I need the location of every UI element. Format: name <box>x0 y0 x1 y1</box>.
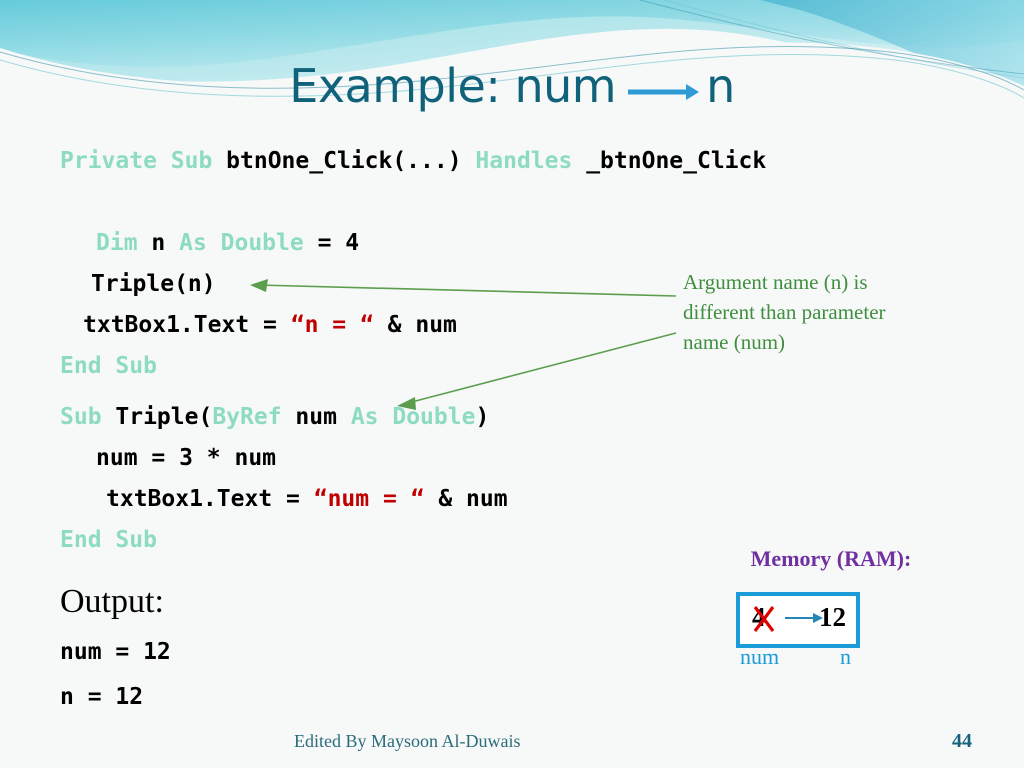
code-token: = 4 <box>317 230 360 256</box>
output-block: Output: num = 12 n = 12 <box>60 585 171 709</box>
slide: Example: num n Private Sub btnOne_Click(… <box>0 0 1024 768</box>
memory-heading: Memory (RAM): <box>750 546 912 571</box>
code-token: As Double <box>179 230 318 256</box>
code-line: Triple(n) <box>91 273 216 314</box>
code-token: num = 3 * num <box>96 445 277 471</box>
annotation-note: Argument name (n) is different than para… <box>683 267 1013 357</box>
code-line: txtBox1.Text = “n = “ & num <box>83 314 457 355</box>
memory-new-value: 12 <box>819 602 846 632</box>
code-token: Handles <box>475 148 587 174</box>
code-token: End Sub <box>60 527 157 553</box>
code-line: End Sub <box>60 355 157 396</box>
code-token: As Double <box>350 404 476 430</box>
annotation-line-2: different than parameter <box>683 300 886 325</box>
code-token: & num <box>424 486 508 512</box>
title-block: Example: num n <box>0 62 1024 117</box>
code-token: End Sub <box>60 353 157 379</box>
memory-block: Memory (RAM): 4 12 num n <box>700 546 940 669</box>
code-line: num = 3 * num <box>96 447 276 488</box>
memory-box: 4 12 <box>736 592 860 648</box>
output-line: n = 12 <box>60 684 144 710</box>
right-arrow-icon <box>785 613 823 623</box>
footer-credit: Edited By Maysoon Al-Duwais <box>294 731 521 751</box>
code-line: Dim n As Double = 4 <box>96 232 359 273</box>
code-token: & num <box>373 312 457 338</box>
code-token: Triple( <box>115 404 213 430</box>
code-token: Sub <box>60 404 116 430</box>
memory-label-num: num <box>740 644 780 669</box>
output-heading: Output: <box>60 583 164 620</box>
annotation-line-1: Argument name (n) is <box>683 270 868 294</box>
code-line: Private Sub btnOne_Click(...) Handles _b… <box>60 150 766 191</box>
memory-label-n: n <box>840 644 851 669</box>
code-token: Triple(n) <box>91 271 216 297</box>
code-token: Dim <box>96 230 152 256</box>
page-title: Example: num n <box>289 59 735 117</box>
code-token: ByRef <box>212 404 296 430</box>
code-line: Sub Triple(ByRef num As Double) <box>60 406 489 447</box>
right-arrow-icon <box>626 62 700 110</box>
code-token: ) <box>475 404 490 430</box>
page-title-suffix: n <box>706 59 735 113</box>
code-token: num <box>295 404 351 430</box>
code-token: “num = “ <box>313 486 425 512</box>
code-token: txtBox1.Text = <box>106 486 314 512</box>
code-line: End Sub <box>60 529 157 570</box>
output-line: num = 12 <box>60 639 171 665</box>
annotation-line-3: name (num) <box>683 330 786 355</box>
code-token: n <box>151 230 180 256</box>
code-token: btnOne_Click(...) <box>226 148 476 174</box>
page-title-prefix: Example: num <box>289 59 617 113</box>
code-token: txtBox1.Text = <box>83 312 291 338</box>
red-x-strike-icon <box>753 606 775 632</box>
code-token: “n = “ <box>290 312 374 338</box>
code-token: Private Sub <box>60 148 227 174</box>
code-line: txtBox1.Text = “num = “ & num <box>106 488 508 529</box>
code-token: _btnOne_Click <box>586 148 767 174</box>
footer-page-number: 44 <box>952 730 972 752</box>
